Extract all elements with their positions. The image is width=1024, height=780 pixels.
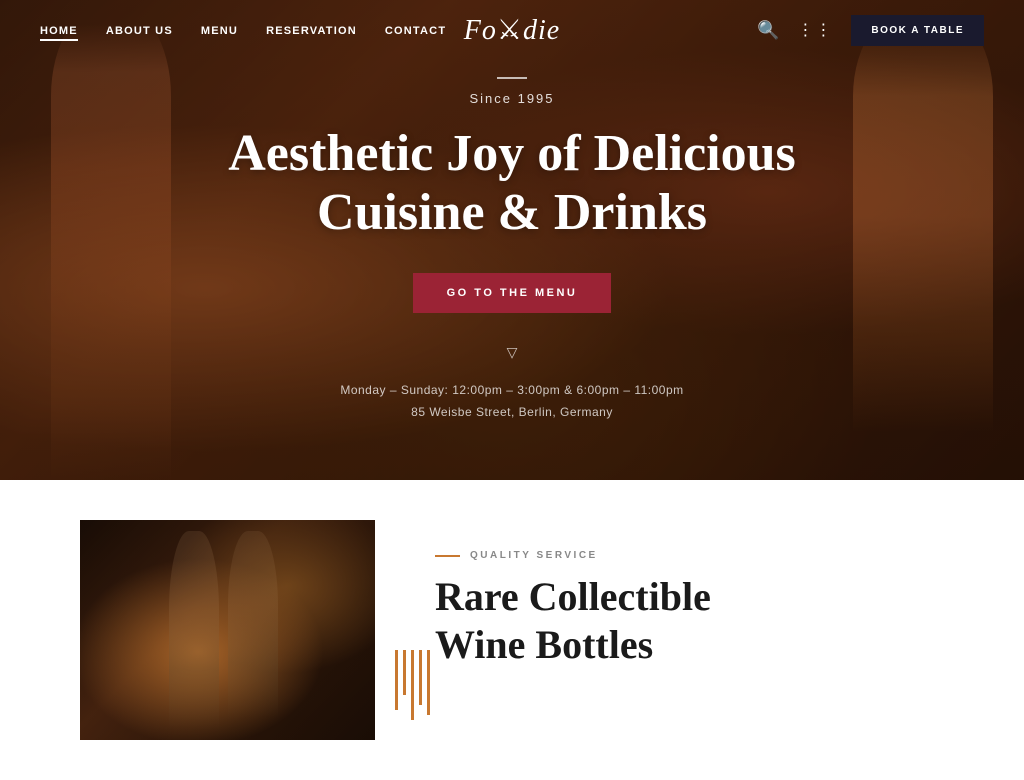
nav-link-menu[interactable]: MENU bbox=[201, 25, 238, 37]
content-title-line1: Rare Collectible bbox=[435, 574, 711, 619]
nav-item-menu[interactable]: MENU bbox=[201, 21, 238, 39]
nav-link-about[interactable]: ABOUT US bbox=[106, 25, 173, 37]
nav-link-home[interactable]: HOME bbox=[40, 25, 78, 41]
hero-title: Aesthetic Joy of Delicious Cuisine & Dri… bbox=[187, 124, 837, 244]
nav-item-about[interactable]: ABOUT US bbox=[106, 21, 173, 39]
hero-since: Since 1995 bbox=[469, 91, 554, 106]
content-image-wrapper bbox=[80, 520, 375, 740]
hero-section: HOME ABOUT US MENU RESERVATION CONTACT F… bbox=[0, 0, 1024, 480]
hero-content: Since 1995 Aesthetic Joy of Delicious Cu… bbox=[0, 0, 1024, 480]
nav-links: HOME ABOUT US MENU RESERVATION CONTACT bbox=[40, 21, 446, 39]
nav-item-reservation[interactable]: RESERVATION bbox=[266, 21, 357, 39]
nav-item-contact[interactable]: CONTACT bbox=[385, 21, 446, 39]
decorative-line bbox=[403, 650, 406, 695]
book-table-button[interactable]: BOOK A TABLE bbox=[851, 15, 984, 46]
decorative-line bbox=[419, 650, 422, 705]
decorative-lines bbox=[395, 650, 430, 720]
navigation: HOME ABOUT US MENU RESERVATION CONTACT F… bbox=[0, 0, 1024, 60]
nav-item-home[interactable]: HOME bbox=[40, 21, 78, 39]
hero-hours: Monday – Sunday: 12:00pm – 3:00pm & 6:00… bbox=[340, 380, 683, 402]
content-section: QUALITY SERVICE Rare Collectible Wine Bo… bbox=[0, 480, 1024, 780]
hero-divider bbox=[497, 77, 527, 79]
scroll-chevron-icon[interactable]: ▽ bbox=[507, 345, 518, 362]
decorative-line bbox=[411, 650, 414, 720]
site-logo[interactable]: Fo⚔die bbox=[464, 13, 560, 47]
go-to-menu-button[interactable]: GO TO THE MENU bbox=[413, 273, 612, 313]
content-text: QUALITY SERVICE Rare Collectible Wine Bo… bbox=[435, 520, 944, 669]
label-dash bbox=[435, 555, 460, 557]
nav-link-reservation[interactable]: RESERVATION bbox=[266, 25, 357, 37]
content-title-line2: Wine Bottles bbox=[435, 622, 653, 667]
content-image bbox=[80, 520, 375, 740]
content-label-line: QUALITY SERVICE bbox=[435, 550, 944, 561]
search-icon[interactable]: 🔍 bbox=[757, 20, 779, 41]
nav-link-contact[interactable]: CONTACT bbox=[385, 25, 446, 37]
grid-icon[interactable]: ⋮⋮ bbox=[797, 20, 833, 40]
decorative-line bbox=[427, 650, 430, 715]
nav-right: 🔍 ⋮⋮ BOOK A TABLE bbox=[757, 15, 984, 46]
decorative-line bbox=[395, 650, 398, 710]
hero-address: 85 Weisbe Street, Berlin, Germany bbox=[411, 402, 613, 424]
content-title: Rare Collectible Wine Bottles bbox=[435, 573, 944, 669]
content-label: QUALITY SERVICE bbox=[470, 550, 598, 561]
